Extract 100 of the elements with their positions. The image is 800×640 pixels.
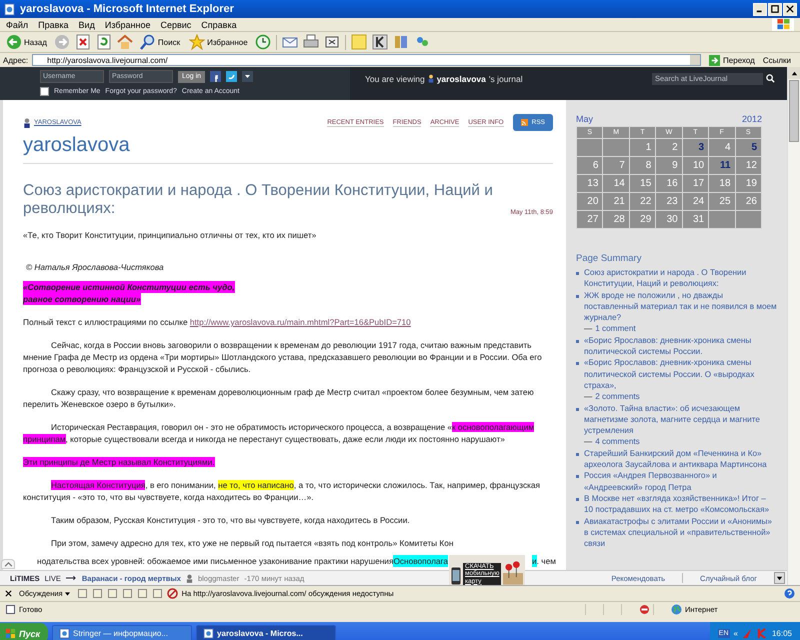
menu-item[interactable]: Справка	[201, 20, 237, 30]
calendar-year-link[interactable]: 2012	[742, 114, 762, 124]
remember-checkbox[interactable]	[40, 87, 49, 96]
facebook-icon[interactable]	[210, 71, 222, 82]
menu-item[interactable]: Сервис	[160, 20, 192, 30]
menu-item[interactable]: Избранное	[104, 20, 150, 30]
summary-entry-link[interactable]: «Золото. Тайна власти»: об исчезающем магнетизме золота, магните сердца и магните устремления	[584, 402, 777, 436]
summary-entry-link[interactable]: Россия «Андрея Первозванного» и «Андреевский» город Петра	[584, 470, 777, 493]
scroll-top-tab[interactable]	[1, 559, 15, 569]
caret-icon[interactable]	[790, 70, 798, 76]
windows-logo-icon	[5, 628, 16, 639]
help-icon[interactable]	[784, 588, 795, 599]
close-icon	[786, 5, 794, 13]
minimize-button[interactable]	[753, 2, 767, 16]
calendar-day: 2	[672, 142, 678, 153]
caret-icon	[4, 562, 12, 566]
menu-item[interactable]: Вид	[78, 20, 95, 30]
taskbar-button[interactable]: yaroslavova - Micros...	[196, 624, 336, 640]
calendar-day: 25	[719, 196, 731, 207]
scrollbar[interactable]	[787, 67, 800, 585]
paragraph: © Наталья Ярославова-Чистякова	[25, 261, 165, 273]
research-icon[interactable]	[392, 34, 409, 50]
go-button[interactable]: Переход	[705, 54, 759, 66]
stop-icon[interactable]	[74, 34, 91, 50]
article-link[interactable]: http://www.yaroslavova.ru/main.mhtml?Part=16&PubID=710	[190, 317, 411, 327]
search-icon[interactable]	[766, 74, 775, 83]
back-button[interactable]: Назад	[4, 34, 49, 50]
search-button[interactable]: Поиск	[138, 34, 182, 50]
paragraph: Скажу сразу, что возвращение к временам дореволюционным граф де Местр считал «проектом более безумным, чем затею перелить Женевское озеро в бутылки».	[23, 386, 535, 410]
page-icon	[5, 604, 16, 614]
address-field[interactable]: http://yaroslavova.livejournal.com/	[32, 54, 702, 66]
discussion-tool-icon[interactable]	[136, 588, 148, 599]
rss-icon	[520, 119, 528, 126]
calendar-day: 29	[640, 214, 652, 225]
browser-page-icon	[59, 628, 70, 639]
summary-entry-link[interactable]: В Москве нет «взгляда хозяйственника»! Итог – 10 пострадавших на ст. метро «Комсомольская»	[584, 492, 777, 516]
calendar-day: 13	[587, 178, 598, 189]
summary-entry-link[interactable]: Авиакатастрофы с элитами России и «Анонимы» в системах специальной и «правительственной» связи	[584, 516, 777, 550]
calendar-day: 10	[692, 160, 704, 171]
scrollbar-thumb[interactable]	[789, 80, 799, 142]
discussion-tool-icon[interactable]	[92, 588, 103, 599]
comments-link[interactable]: 2 comments	[595, 391, 640, 403]
calendar-day: 23	[666, 196, 678, 207]
discussion-tool-icon[interactable]	[122, 588, 133, 599]
calendar-day: 24	[692, 196, 704, 207]
journal-suffix: 's journal	[488, 74, 523, 84]
menu-item[interactable]: Файл	[6, 20, 28, 30]
discussion-tool-icon[interactable]	[152, 588, 163, 599]
paragraph: Полный текст с иллюстрациями по ссылке http://www.yaroslavova.ru/main.mhtml?Part=16&PubID=710	[23, 316, 412, 328]
taskbar-button[interactable]: Stringer — информацио...	[52, 624, 192, 640]
toolbar-app-icon[interactable]	[372, 34, 388, 50]
summary-entry-link[interactable]: ЖЖ вроде не положили , но дважды поставленный материал так и не появился в моем журнале?	[584, 290, 777, 324]
calendar-day: 8	[646, 160, 652, 171]
comments-link[interactable]: 1 comment	[595, 323, 636, 335]
clock: 16:05	[772, 629, 792, 638]
summary-entry-link[interactable]: Союз аристократии и народа . О Творении Конституции, Наций и революциях:	[584, 267, 777, 290]
start-button[interactable]: Пуск	[0, 623, 48, 640]
paragraph: «Те, кто Творит Конституции, принципиально отличны от тех, кто их пишет»	[23, 229, 318, 241]
blocked-icon	[639, 604, 650, 614]
comments-link[interactable]: 4 comments	[595, 436, 640, 448]
entry-title[interactable]: Союз аристократии и народа . О Творении Конституции, Наций и революциях:	[23, 182, 502, 218]
globe-icon	[671, 604, 682, 614]
home-icon[interactable]	[116, 34, 133, 50]
text-fragment: и	[532, 555, 537, 567]
summary-entry-link[interactable]: «Борис Ярославов: дневник-хроника смены политической системы России. О «выродках страха»,	[584, 357, 777, 392]
menu-item[interactable]: Правка	[38, 20, 69, 30]
print-icon[interactable]	[302, 34, 319, 50]
dash-separator: —	[584, 391, 592, 403]
user-icon	[23, 118, 31, 128]
discussion-tool-icon[interactable]	[106, 588, 118, 599]
twitter-icon[interactable]	[226, 71, 238, 82]
summary-entry-link[interactable]: Старейший Банкирский дом «Печенкина и Ко» археолога Заусайлова и антиквара Мартинсона	[584, 448, 777, 470]
user-icon	[428, 74, 434, 83]
dropdown-icon[interactable]	[242, 71, 254, 82]
close-button[interactable]	[783, 2, 797, 16]
calendar-day[interactable]: 5	[751, 142, 757, 153]
edit-icon[interactable]	[324, 34, 340, 50]
browser-page-icon	[203, 628, 214, 639]
calendar-day: 21	[614, 196, 625, 207]
history-icon[interactable]	[254, 34, 271, 50]
journal-user-link[interactable]: yaroslavova	[436, 74, 486, 84]
calendar-day: 31	[692, 214, 704, 225]
favorites-button[interactable]: Избранное	[187, 34, 250, 50]
tray-expand-button[interactable]: «	[734, 629, 738, 638]
maximize-button[interactable]	[768, 2, 782, 16]
ticker-dropdown-button[interactable]	[774, 572, 785, 584]
refresh-icon[interactable]	[96, 34, 112, 50]
close-icon[interactable]	[5, 590, 12, 597]
address-label: Адрес:	[3, 56, 28, 64]
windows-logo-icon	[772, 18, 794, 31]
calendar-day[interactable]: 3	[698, 142, 704, 153]
text-fragment: . чем	[536, 555, 556, 567]
calendar-month-link[interactable]: May	[576, 114, 594, 124]
calendar-day: 26	[746, 196, 757, 207]
discussion-tool-icon[interactable]	[76, 588, 88, 599]
links-label[interactable]: Ссылки	[762, 56, 797, 64]
paragraph: Историческая Реставрация, говорил он - это не обратимость исторического процесса, а возвращение «к основополагающим принципам, которые существовали всегда и никогда не перестанут существовать, даже если люди их постоянно нарушают»	[23, 421, 536, 445]
summary-entry-link[interactable]: «Борис Ярославов: дневник-хроника смены политической системы России.	[584, 334, 777, 358]
journal-title[interactable]: yaroslavova	[23, 134, 553, 157]
calendar-day: 28	[614, 214, 625, 225]
